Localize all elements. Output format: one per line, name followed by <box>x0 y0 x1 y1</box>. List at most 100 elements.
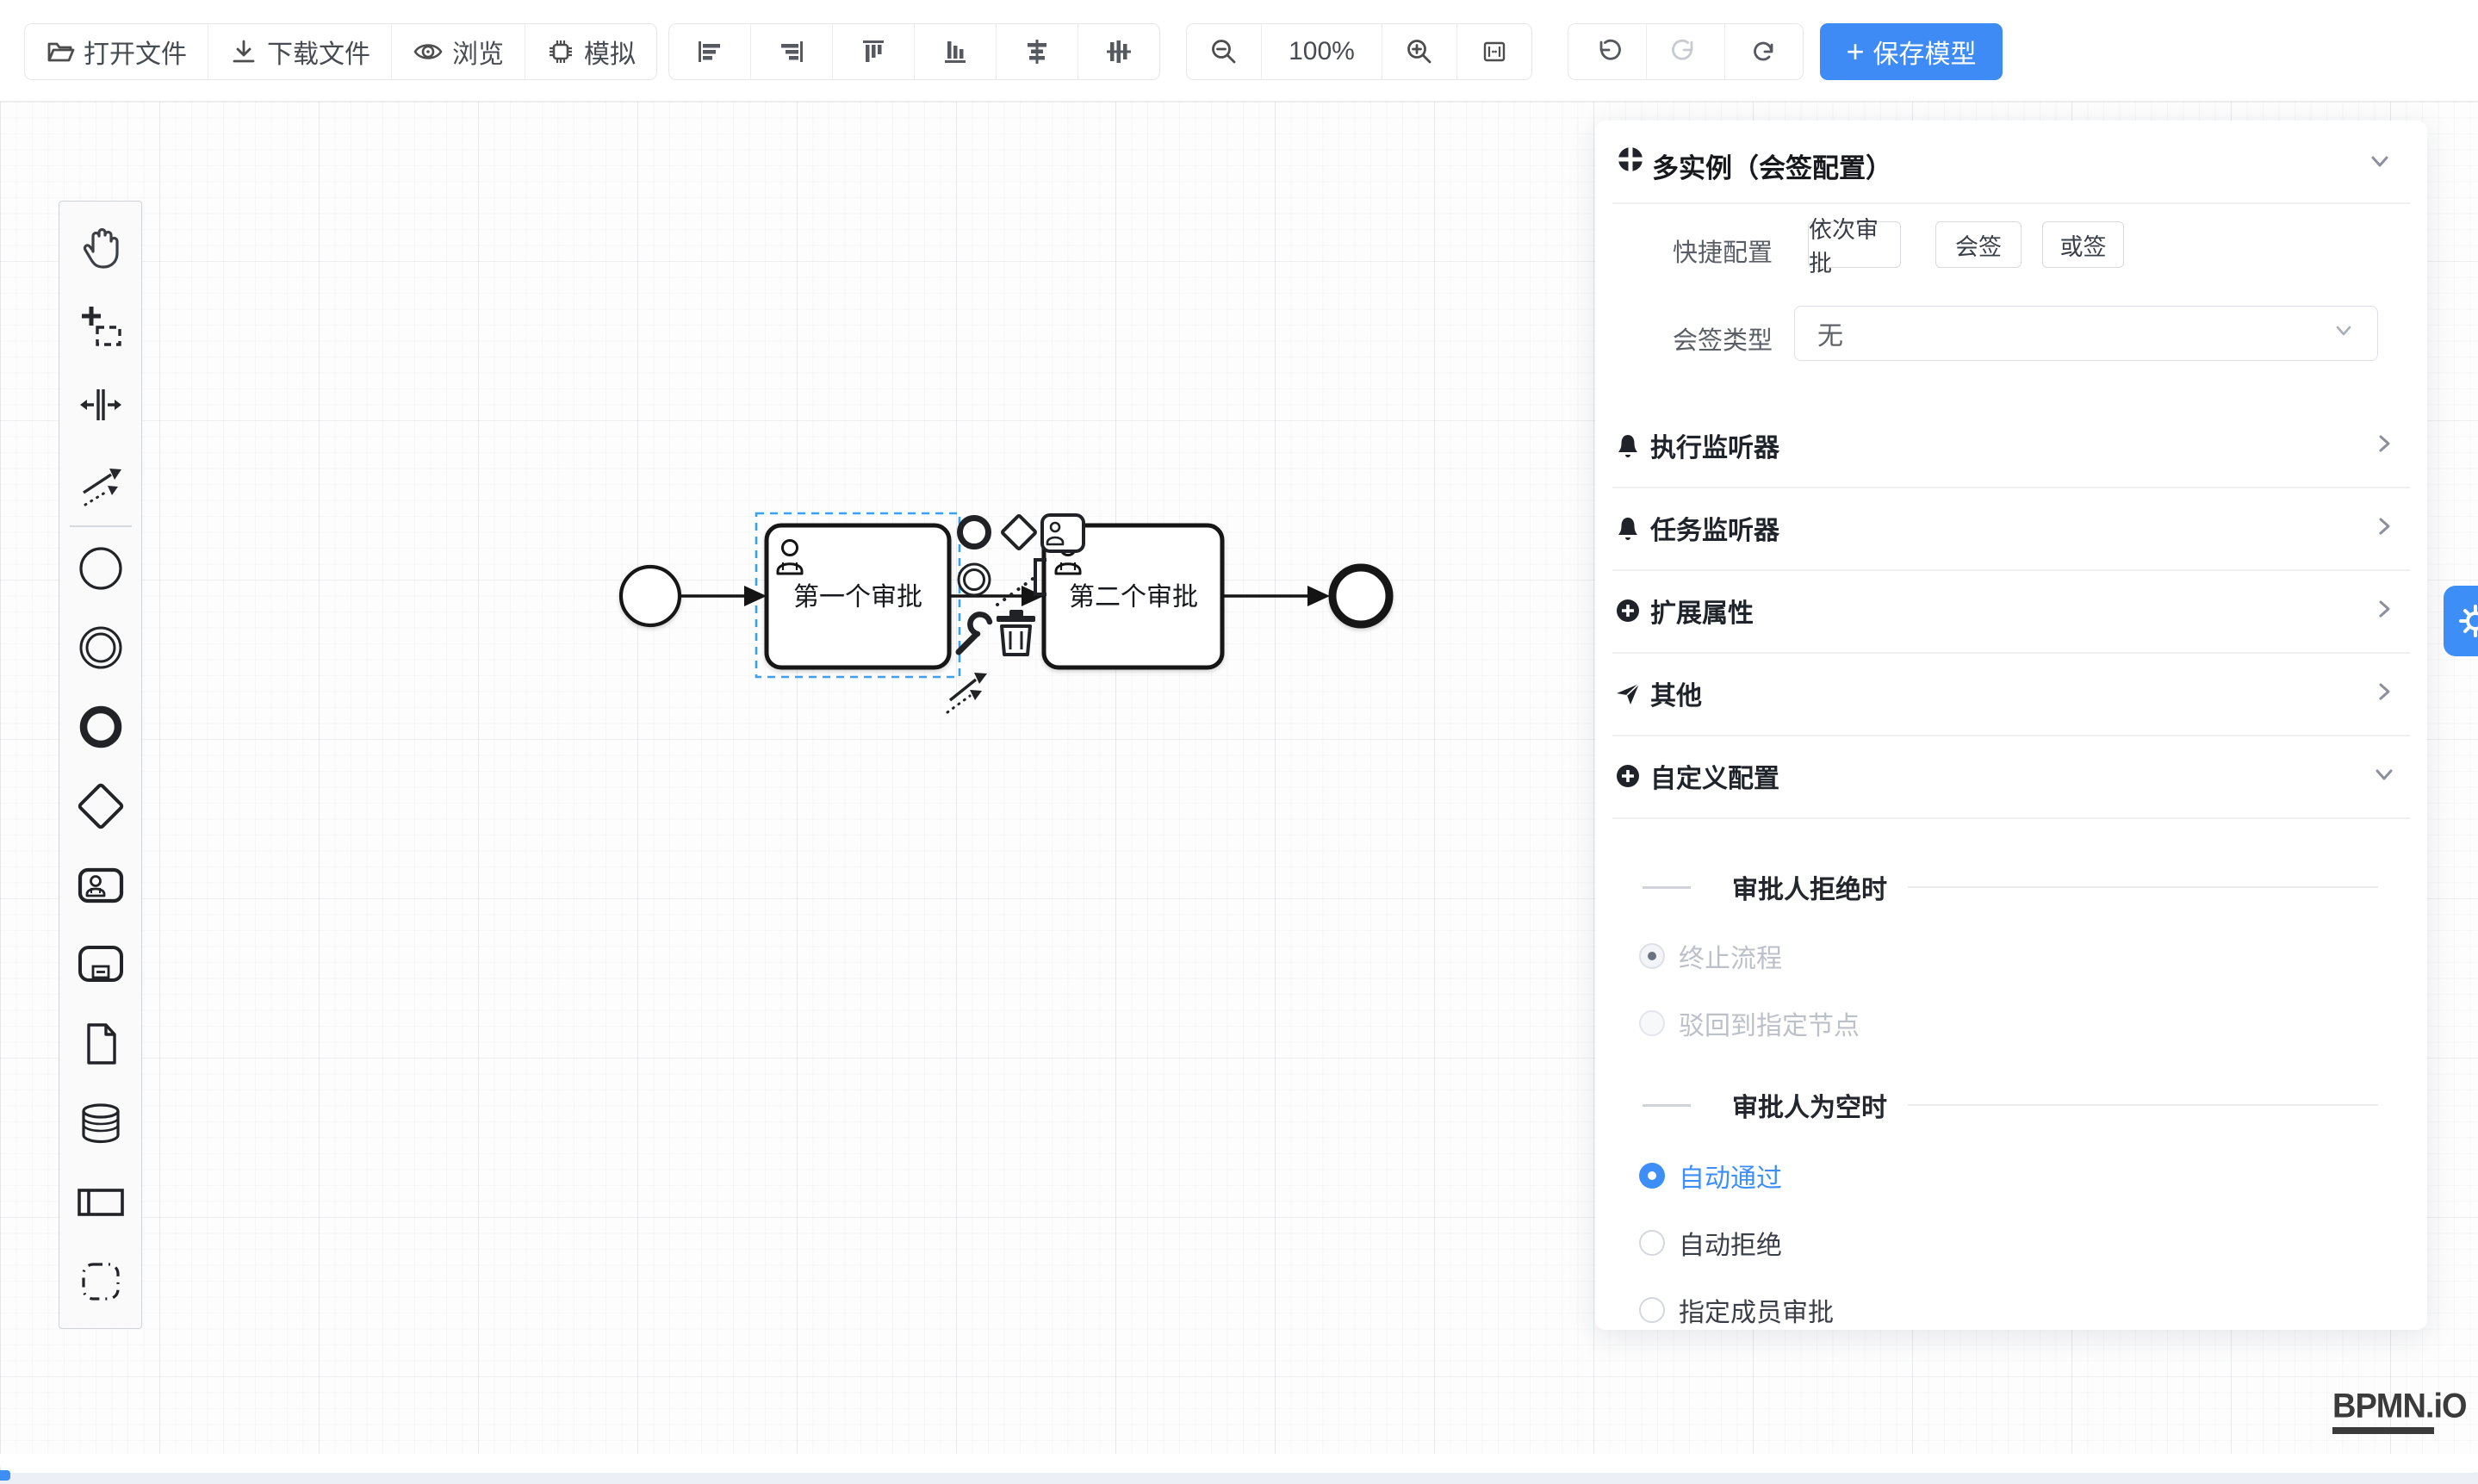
palette-space-tool[interactable] <box>59 365 142 444</box>
palette-user-task[interactable] <box>59 846 142 925</box>
section-execution-listener[interactable]: 执行监听器 <box>1595 404 2427 487</box>
user-task-icon <box>75 861 127 910</box>
sequence-flow-3[interactable] <box>1222 586 1330 606</box>
simulate-button[interactable]: 模拟 <box>525 24 656 79</box>
align-center-button[interactable] <box>996 24 1078 79</box>
align-right-icon <box>777 37 806 66</box>
append-intermediate-event-icon[interactable] <box>959 564 990 595</box>
radio-terminate-process: 终止流程 <box>1639 937 1782 975</box>
radio-unchecked-disabled-icon <box>1639 1010 1665 1036</box>
radio-label: 自动通过 <box>1679 1157 1782 1195</box>
start-event-shape[interactable] <box>621 567 680 625</box>
section-other[interactable]: 其他 <box>1595 652 2427 735</box>
reset-button[interactable] <box>1724 24 1803 79</box>
sign-type-select[interactable]: 无 <box>1794 306 2378 361</box>
palette-data-store[interactable] <box>59 1084 142 1163</box>
redo-button[interactable] <box>1646 24 1724 79</box>
download-file-button[interactable]: 下载文件 <box>208 24 391 79</box>
palette-end-event[interactable] <box>59 687 142 767</box>
data-object-icon <box>77 1020 125 1068</box>
palette-data-object[interactable] <box>59 1004 142 1084</box>
end-event-icon <box>77 703 125 751</box>
section-label: 任务监听器 <box>1650 509 1779 547</box>
zoom-level-display[interactable]: 100% <box>1261 24 1382 79</box>
save-model-button[interactable]: + 保存模型 <box>1820 23 2003 80</box>
radio-auto-reject[interactable]: 自动拒绝 <box>1639 1224 1782 1262</box>
append-gateway-icon[interactable] <box>1002 515 1036 550</box>
panel-title: 多实例（会签配置） <box>1652 146 1892 185</box>
quick-config-label: 快捷配置 <box>1673 233 1773 269</box>
radio-auto-pass[interactable]: 自动通过 <box>1639 1157 1782 1195</box>
gear-icon <box>2452 598 2478 644</box>
canvas-bottom-edge <box>0 1454 2478 1473</box>
data-store-icon <box>77 1099 125 1147</box>
bpmn-io-watermark[interactable]: BPMN.iO <box>2332 1388 2467 1434</box>
palette-hand-tool[interactable] <box>59 207 142 286</box>
palette-group[interactable] <box>59 1242 142 1321</box>
end-event-shape[interactable] <box>1332 568 1389 624</box>
bell-icon <box>1612 512 1643 543</box>
align-top-button[interactable] <box>832 24 914 79</box>
radio-assign-member[interactable]: 指定成员审批 <box>1639 1291 1834 1329</box>
section-label: 扩展属性 <box>1650 592 1754 630</box>
palette-start-event[interactable] <box>59 529 142 608</box>
quick-option-countersign[interactable]: 会签 <box>1935 221 2022 268</box>
chevron-down-icon <box>2332 319 2355 348</box>
section-custom-config[interactable]: 自定义配置 <box>1595 735 2427 817</box>
group-icon <box>77 1257 125 1306</box>
section-label: 执行监听器 <box>1650 426 1779 464</box>
radio-label: 驳回到指定节点 <box>1679 1004 1860 1042</box>
empty-section-header: 审批人为空时 <box>1595 1086 2427 1124</box>
intermediate-event-icon <box>77 624 125 672</box>
chevron-right-icon <box>2372 680 2396 708</box>
delete-trash-icon[interactable] <box>997 610 1035 655</box>
chevron-right-icon <box>2372 514 2396 543</box>
quick-option-sequential[interactable]: 依次审批 <box>1808 221 1901 268</box>
zoom-level-value: 100% <box>1289 37 1355 66</box>
chevron-right-icon <box>2372 597 2396 625</box>
fit-viewport-icon <box>1480 37 1509 66</box>
settings-tab[interactable] <box>2444 586 2478 656</box>
folder-open-icon <box>46 37 75 66</box>
connect-icon <box>77 460 125 508</box>
append-end-event-icon[interactable] <box>960 518 989 547</box>
fit-viewport-button[interactable] <box>1456 24 1531 79</box>
change-type-wrench-icon[interactable] <box>959 614 990 652</box>
palette-intermediate-event[interactable] <box>59 608 142 687</box>
plus-circle-icon <box>1612 595 1643 626</box>
browse-label: 浏览 <box>452 33 504 71</box>
undo-button[interactable] <box>1568 24 1646 79</box>
task1-label: 第一个审批 <box>793 583 922 612</box>
chevron-down-icon[interactable] <box>2367 148 2393 178</box>
open-file-label: 打开文件 <box>84 33 187 71</box>
palette-lasso-tool[interactable] <box>59 286 142 365</box>
palette-gateway[interactable] <box>59 767 142 846</box>
quick-option-orsign[interactable]: 或签 <box>2042 221 2124 268</box>
section-label: 自定义配置 <box>1650 757 1779 795</box>
divider <box>1908 1104 2378 1106</box>
zoom-in-button[interactable] <box>1382 24 1456 79</box>
palette-participant[interactable] <box>59 1163 142 1242</box>
palette-subprocess[interactable] <box>59 925 142 1004</box>
align-right-button[interactable] <box>750 24 832 79</box>
save-model-label: 保存模型 <box>1873 33 1977 71</box>
palette-global-connect-tool[interactable] <box>59 444 142 524</box>
connect-tool-icon[interactable] <box>947 673 987 712</box>
browse-button[interactable]: 浏览 <box>391 24 525 79</box>
palette <box>59 201 142 1329</box>
align-middle-button[interactable] <box>1078 24 1159 79</box>
section-extended-attributes[interactable]: 扩展属性 <box>1595 569 2427 652</box>
align-bottom-button[interactable] <box>914 24 996 79</box>
task-first-approval[interactable]: 第一个审批 <box>767 525 949 667</box>
section-task-listener[interactable]: 任务监听器 <box>1595 487 2427 569</box>
align-left-icon <box>695 37 724 66</box>
align-left-button[interactable] <box>669 24 750 79</box>
radio-return-to-node: 驳回到指定节点 <box>1639 1004 1860 1042</box>
append-user-task-icon[interactable] <box>1042 515 1084 551</box>
radio-unchecked-icon <box>1639 1230 1665 1256</box>
sequence-flow-1[interactable] <box>681 586 767 606</box>
file-actions-group: 打开文件 下载文件 浏览 模拟 <box>24 23 657 80</box>
horizontal-scrollbar[interactable] <box>0 1473 2478 1484</box>
zoom-out-button[interactable] <box>1187 24 1261 79</box>
open-file-button[interactable]: 打开文件 <box>25 24 208 79</box>
